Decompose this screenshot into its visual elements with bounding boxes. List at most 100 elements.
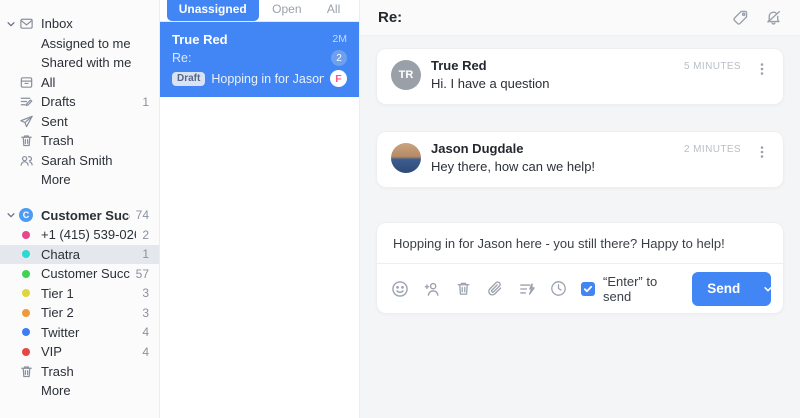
sidebar-item-label: Customer Success	[41, 266, 130, 281]
thread-title: Re:	[378, 9, 716, 26]
message-timestamp: 5 MINUTES	[684, 61, 741, 72]
message-card: TR True Red Hi. I have a question 5 MINU…	[376, 48, 784, 105]
sidebar-item-more-2[interactable]: More	[0, 381, 159, 401]
channel-dot	[22, 289, 30, 297]
thread-panel: Re: TR True Red Hi. I have a question 5 …	[360, 0, 800, 418]
sidebar-item-label: Trash	[41, 364, 149, 379]
schedule-clock-icon[interactable]	[550, 280, 567, 297]
sidebar: Inbox Assigned to me Shared with me All …	[0, 0, 160, 418]
sidebar-item-trash-2[interactable]: Trash	[0, 362, 159, 382]
tab-unassigned[interactable]: Unassigned	[167, 0, 259, 21]
message-author: Jason Dugdale	[431, 141, 684, 159]
sidebar-item-label: Assigned to me	[41, 36, 149, 51]
people-icon	[18, 153, 34, 168]
channel-dot	[22, 328, 30, 336]
add-person-icon[interactable]	[423, 280, 441, 298]
sidebar-item-chatra[interactable]: Chatra 1	[0, 245, 159, 265]
sidebar-item-more[interactable]: More	[0, 170, 159, 190]
sidebar-item-count: 4	[142, 325, 149, 339]
enter-to-send-checkbox[interactable]	[581, 282, 595, 296]
sidebar-item-drafts[interactable]: Drafts 1	[0, 92, 159, 112]
avatar	[391, 143, 421, 173]
sidebar-item-label: Sarah Smith	[41, 153, 149, 168]
sidebar-item-tier-2[interactable]: Tier 2 3	[0, 303, 159, 323]
sidebar-item-trash[interactable]: Trash	[0, 131, 159, 151]
sidebar-item-shared-with-me[interactable]: Shared with me	[0, 53, 159, 73]
conversation-time: 2M	[332, 33, 347, 45]
sidebar-item-label: Chatra	[41, 247, 136, 262]
message-timestamp: 2 MINUTES	[684, 144, 741, 155]
composer-toolbar: “Enter” to send Send	[377, 263, 783, 313]
sidebar-item-label: Customer Success	[41, 208, 130, 223]
icon-slot	[18, 270, 34, 278]
send-button-label[interactable]: Send	[692, 272, 755, 306]
emoji-icon[interactable]	[391, 280, 409, 298]
icon-slot	[18, 328, 34, 336]
conversation-list: Unassigned Open All True Red 2M Re: 2 Dr…	[160, 0, 360, 418]
sidebar-item-all[interactable]: All	[0, 73, 159, 93]
sidebar-item-customer-success-channel[interactable]: Customer Success 57	[0, 264, 159, 284]
conversation-item-selected[interactable]: True Red 2M Re: 2 Draft Hopping in for J…	[160, 22, 359, 97]
kebab-menu-icon[interactable]	[755, 144, 769, 160]
sidebar-item-twitter[interactable]: Twitter 4	[0, 323, 159, 343]
sidebar-item-label: Twitter	[41, 325, 136, 340]
send-button[interactable]: Send	[692, 272, 771, 306]
sidebar-item-customer-success-inbox[interactable]: C Customer Success 74	[0, 206, 159, 226]
composer: Hopping in for Jason here - you still th…	[376, 222, 784, 314]
chevron-down-icon[interactable]	[755, 272, 771, 306]
app-window: Inbox Assigned to me Shared with me All …	[0, 0, 800, 418]
sidebar-item-count: 1	[142, 95, 149, 109]
kebab-menu-icon[interactable]	[755, 61, 769, 77]
sidebar-item-phone-channel[interactable]: +1 (415) 539-0261 2	[0, 225, 159, 245]
trash-icon	[18, 133, 34, 148]
conversation-name: True Red	[172, 32, 332, 47]
archive-icon	[18, 75, 34, 90]
agent-avatar: F	[330, 70, 347, 87]
sidebar-item-label: Sent	[41, 114, 149, 129]
sidebar-item-count: 3	[142, 306, 149, 320]
message-author: True Red	[431, 58, 684, 76]
sidebar-item-inbox[interactable]: Inbox	[0, 14, 159, 34]
mute-bell-icon[interactable]	[765, 9, 782, 26]
chevron-down-icon[interactable]	[6, 210, 18, 220]
sidebar-section-gap	[0, 190, 159, 206]
message-card: Jason Dugdale Hey there, how can we help…	[376, 131, 784, 188]
sidebar-item-label: VIP	[41, 344, 136, 359]
tag-icon[interactable]	[732, 9, 749, 26]
draft-badge: Draft	[172, 72, 205, 86]
chevron-down-icon[interactable]	[6, 19, 18, 29]
sidebar-item-vip[interactable]: VIP 4	[0, 342, 159, 362]
drafts-icon	[18, 94, 34, 109]
c-logo: C	[19, 208, 33, 222]
sidebar-item-sarah-smith[interactable]: Sarah Smith	[0, 151, 159, 171]
sidebar-item-count: 57	[136, 267, 149, 281]
sidebar-item-count: 1	[142, 247, 149, 261]
sidebar-item-count: 4	[142, 345, 149, 359]
tab-open[interactable]: Open	[260, 0, 313, 21]
inbox-envelope-icon	[18, 16, 34, 31]
saved-replies-icon[interactable]	[518, 280, 536, 298]
sidebar-item-label: More	[41, 172, 149, 187]
message-text: Hey there, how can we help!	[431, 159, 684, 177]
icon-slot	[18, 309, 34, 317]
icon-slot	[18, 231, 34, 239]
channel-dot	[22, 231, 30, 239]
sidebar-item-count: 3	[142, 286, 149, 300]
attachment-icon[interactable]	[486, 280, 504, 298]
icon-slot: C	[18, 208, 34, 222]
icon-slot	[18, 250, 34, 258]
channel-dot	[22, 250, 30, 258]
sidebar-item-label: Drafts	[41, 94, 136, 109]
sidebar-item-sent[interactable]: Sent	[0, 112, 159, 132]
channel-dot	[22, 270, 30, 278]
conversation-subject: Re:	[172, 51, 331, 65]
sidebar-item-tier-1[interactable]: Tier 1 3	[0, 284, 159, 304]
trash-icon[interactable]	[455, 280, 472, 297]
composer-input[interactable]: Hopping in for Jason here - you still th…	[377, 223, 783, 263]
sidebar-item-label: Tier 1	[41, 286, 136, 301]
sidebar-item-count: 2	[142, 228, 149, 242]
enter-to-send-label[interactable]: “Enter” to send	[603, 274, 678, 304]
sidebar-item-assigned-to-me[interactable]: Assigned to me	[0, 34, 159, 54]
tab-all[interactable]: All	[315, 0, 352, 21]
sidebar-item-label: More	[41, 383, 149, 398]
